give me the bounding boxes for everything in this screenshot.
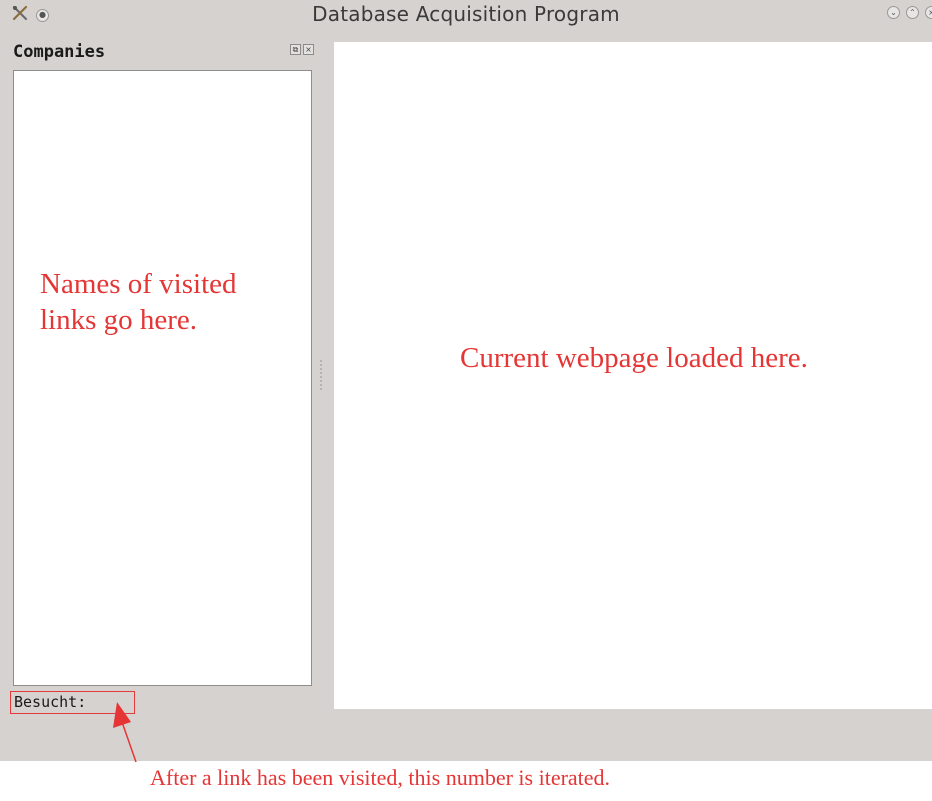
dock-buttons: ⧉ × [290, 44, 314, 55]
visited-counter-label: Besucht: [10, 691, 135, 714]
dock-close-icon[interactable]: × [303, 44, 314, 55]
close-icon[interactable]: × [925, 6, 932, 19]
companies-list[interactable] [13, 70, 312, 686]
dock-float-icon[interactable]: ⧉ [290, 44, 301, 55]
counter-annotation: After a link has been visited, this numb… [150, 765, 611, 790]
window-controls: ⌄ ⌃ × [887, 6, 932, 19]
web-annotation: Current webpage loaded here. [460, 342, 808, 374]
companies-dock-header: Companies ⧉ × [12, 42, 314, 64]
window-title: Database Acquisition Program [312, 2, 620, 26]
list-annotation: Names of visited links go here. [40, 268, 237, 336]
splitter-handle[interactable] [320, 360, 322, 390]
maximize-icon[interactable]: ⌃ [906, 6, 919, 19]
dock-title: Companies [13, 42, 106, 62]
minimize-icon[interactable]: ⌄ [887, 6, 900, 19]
app-window: ● Database Acquisition Program ⌄ ⌃ × Com… [0, 0, 932, 761]
title-bar[interactable]: ● Database Acquisition Program ⌄ ⌃ × [0, 0, 932, 26]
